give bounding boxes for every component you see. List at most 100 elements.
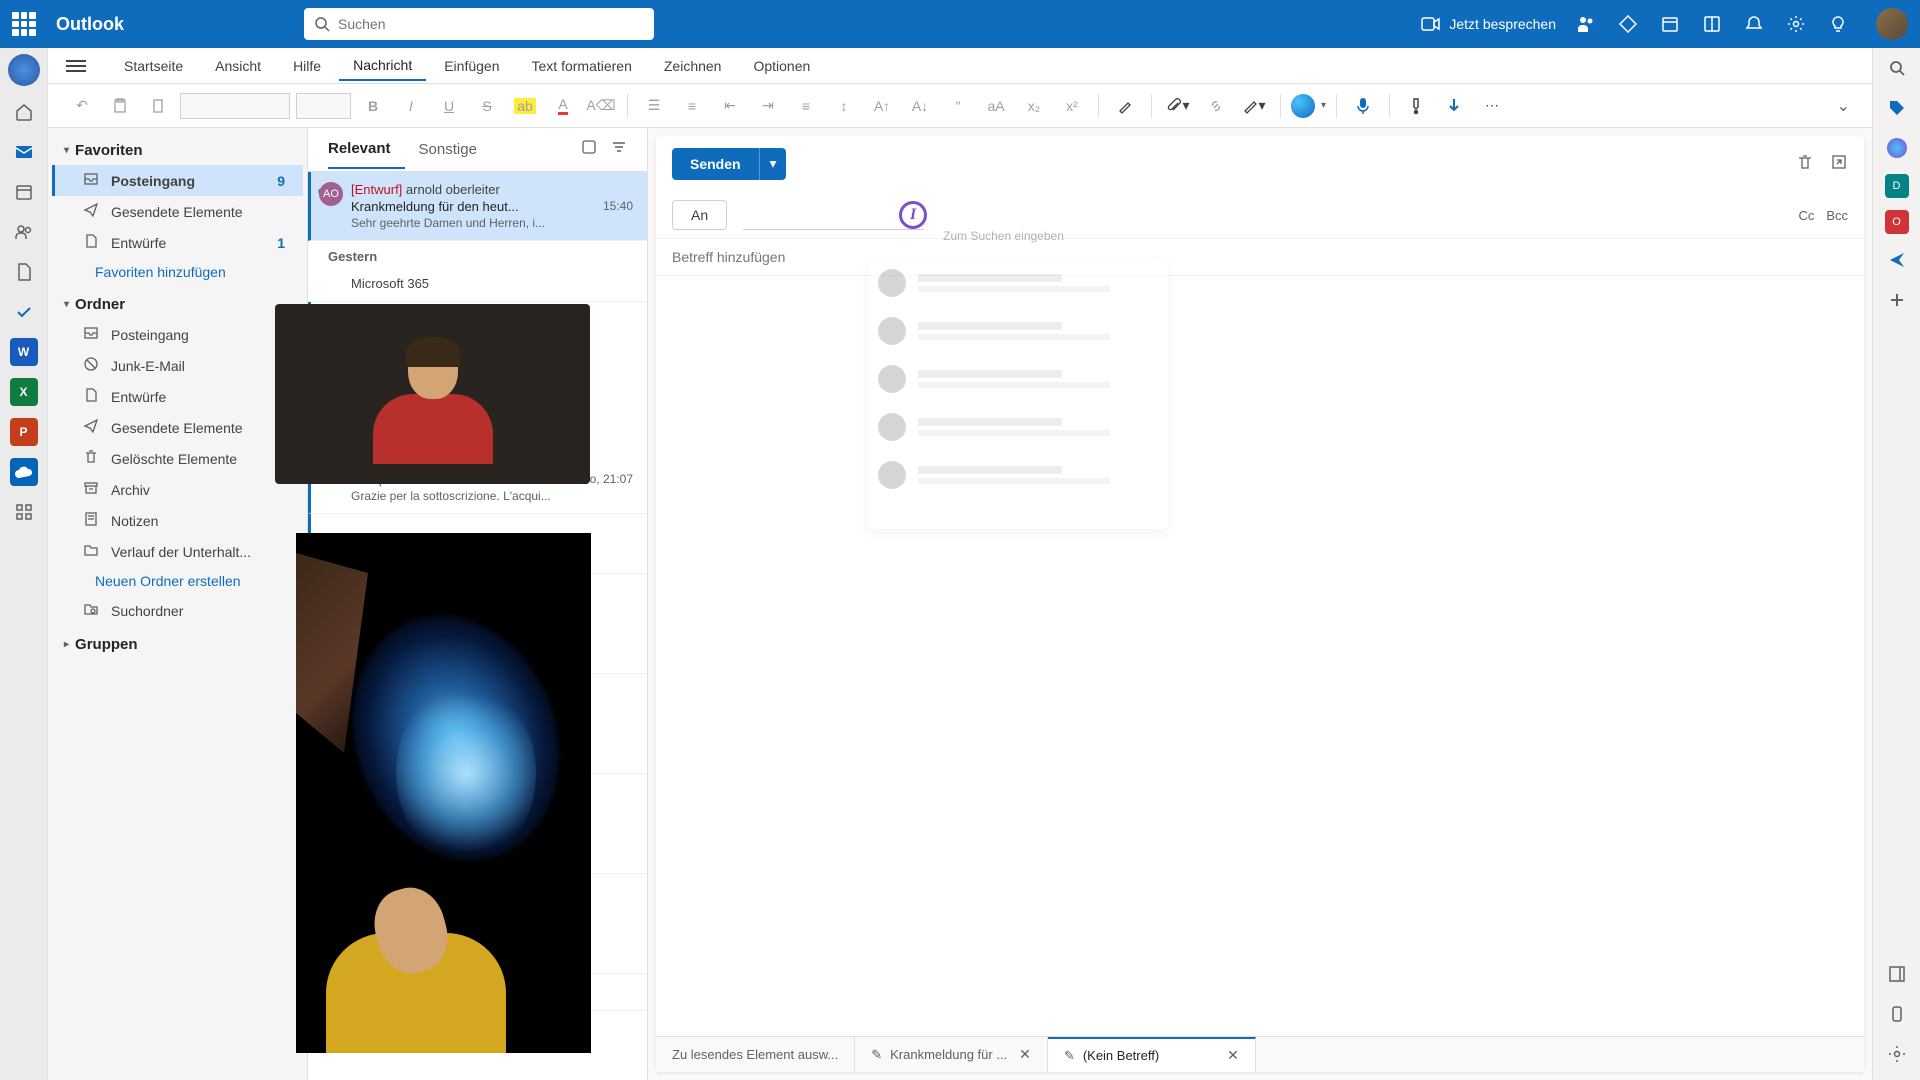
quote-icon[interactable]: ": [942, 90, 974, 122]
gruppen-header[interactable]: ▸ Gruppen: [52, 630, 303, 659]
settings-icon[interactable]: [1784, 12, 1808, 36]
folder-suchordner[interactable]: Suchordner: [52, 595, 303, 626]
close-icon[interactable]: ✕: [1019, 1046, 1031, 1063]
low-importance-icon[interactable]: [1438, 90, 1470, 122]
superscript-icon[interactable]: x²: [1056, 90, 1088, 122]
styles-icon[interactable]: [1109, 90, 1141, 122]
tab-optionen[interactable]: Optionen: [739, 52, 824, 80]
send-icon[interactable]: [1883, 246, 1911, 274]
search-box[interactable]: [304, 8, 654, 40]
user-avatar[interactable]: [1876, 8, 1908, 40]
attach-icon[interactable]: ▾: [1162, 90, 1194, 122]
to-input[interactable]: [743, 201, 924, 230]
collapse-ribbon-icon[interactable]: ⌄: [1833, 92, 1854, 120]
font-shrink-icon[interactable]: A↓: [904, 90, 936, 122]
folder-notizen[interactable]: Notizen: [52, 505, 303, 536]
onedrive-icon[interactable]: [10, 458, 38, 486]
tab-relevant[interactable]: Relevant: [328, 130, 405, 169]
close-icon[interactable]: ✕: [1227, 1047, 1239, 1064]
folder-posteingang[interactable]: Posteingang 9: [52, 319, 303, 350]
panel-icon[interactable]: [1883, 960, 1911, 988]
app-icon-teal[interactable]: D: [1885, 174, 1909, 198]
powerpoint-icon[interactable]: P: [10, 418, 38, 446]
to-button[interactable]: An: [672, 200, 727, 230]
more-toolbar-icon[interactable]: ⋯: [1476, 90, 1508, 122]
message-item[interactable]: ▸ AO [Entwurf] arnold oberleiter Krankme…: [308, 172, 647, 241]
app-launcher-icon[interactable]: [12, 12, 36, 36]
send-button[interactable]: Senden: [672, 148, 759, 180]
dictate-icon[interactable]: [1347, 90, 1379, 122]
tab-ansicht[interactable]: Ansicht: [201, 52, 275, 80]
todo-icon[interactable]: [10, 298, 38, 326]
font-family-select[interactable]: [180, 93, 290, 119]
folder-posteingang-fav[interactable]: Posteingang 9: [52, 165, 303, 196]
excel-icon[interactable]: X: [10, 378, 38, 406]
case-icon[interactable]: aA: [980, 90, 1012, 122]
folder-archiv[interactable]: Archiv: [52, 474, 303, 505]
add-favorite-link[interactable]: Favoriten hinzufügen: [52, 258, 303, 286]
app-icon-red[interactable]: O: [1885, 210, 1909, 234]
select-all-icon[interactable]: [581, 139, 597, 160]
tips-icon[interactable]: [1826, 12, 1850, 36]
send-split-button[interactable]: ▾: [759, 148, 787, 180]
folder-entwuerfe-fav[interactable]: Entwürfe 1: [52, 227, 303, 258]
tab-zeichnen[interactable]: Zeichnen: [650, 52, 736, 80]
folder-verlauf[interactable]: Verlauf der Unterhalt...: [52, 536, 303, 567]
tab-text-formatieren[interactable]: Text formatieren: [518, 52, 646, 80]
strike-icon[interactable]: S: [471, 90, 503, 122]
calendar-icon[interactable]: [10, 178, 38, 206]
copilot-icon[interactable]: [8, 54, 40, 86]
folder-geloeschte[interactable]: Gelöschte Elemente: [52, 443, 303, 474]
folder-entwuerfe[interactable]: Entwürfe 1: [52, 381, 303, 412]
link-icon[interactable]: [1200, 90, 1232, 122]
clipboard-icon[interactable]: [142, 90, 174, 122]
signature-icon[interactable]: ▾: [1238, 90, 1270, 122]
gear-rail-icon[interactable]: [1883, 1040, 1911, 1068]
folder-gesendete-fav[interactable]: Gesendete Elemente: [52, 196, 303, 227]
bullets-icon[interactable]: ☰: [638, 90, 670, 122]
paste-icon[interactable]: [104, 90, 136, 122]
tab-startseite[interactable]: Startseite: [110, 52, 197, 80]
highlight-icon[interactable]: ab: [509, 90, 541, 122]
hamburger-icon[interactable]: [66, 56, 86, 76]
tab-sonstige[interactable]: Sonstige: [419, 131, 491, 168]
underline-icon[interactable]: U: [433, 90, 465, 122]
font-grow-icon[interactable]: A↑: [866, 90, 898, 122]
layout-icon[interactable]: [1700, 12, 1724, 36]
clear-format-icon[interactable]: A⌫: [585, 90, 617, 122]
more-apps-icon[interactable]: [10, 498, 38, 526]
align-icon[interactable]: ≡: [790, 90, 822, 122]
discard-icon[interactable]: [1796, 153, 1814, 176]
suggestion-panel[interactable]: [868, 259, 1168, 529]
font-size-select[interactable]: [296, 93, 351, 119]
calendar-day-icon[interactable]: [1658, 12, 1682, 36]
font-color-icon[interactable]: A: [547, 90, 579, 122]
folder-junk[interactable]: Junk-E-Mail: [52, 350, 303, 381]
cc-link[interactable]: Cc: [1798, 208, 1814, 223]
tab-einfuegen[interactable]: Einfügen: [430, 52, 513, 80]
diamond-icon[interactable]: [1616, 12, 1640, 36]
tab-hilfe[interactable]: Hilfe: [279, 52, 335, 80]
filter-icon[interactable]: [611, 139, 627, 160]
importance-icon[interactable]: [1400, 90, 1432, 122]
bold-icon[interactable]: B: [357, 90, 389, 122]
home-icon[interactable]: [10, 98, 38, 126]
search-rail-icon[interactable]: [1883, 54, 1911, 82]
ordner-header[interactable]: ▾ Ordner: [52, 290, 303, 319]
bottom-tab-reading[interactable]: Zu lesendes Element ausw...: [656, 1037, 855, 1072]
bottom-tab-kein-betreff[interactable]: ✎ (Kein Betreff) ✕: [1048, 1037, 1256, 1072]
favorites-header[interactable]: ▾ Favoriten: [52, 136, 303, 165]
new-folder-link[interactable]: Neuen Ordner erstellen: [52, 567, 303, 595]
meet-now-button[interactable]: Jetzt besprechen: [1421, 16, 1556, 32]
notifications-icon[interactable]: [1742, 12, 1766, 36]
italic-icon[interactable]: I: [395, 90, 427, 122]
teams-icon[interactable]: [1574, 12, 1598, 36]
compose-body[interactable]: [656, 276, 1864, 1072]
files-icon[interactable]: [10, 258, 38, 286]
outdent-icon[interactable]: ⇤: [714, 90, 746, 122]
search-input[interactable]: [338, 16, 644, 32]
numbering-icon[interactable]: ≡: [676, 90, 708, 122]
subscript-icon[interactable]: x₂: [1018, 90, 1050, 122]
subject-input[interactable]: [656, 239, 1864, 276]
copilot-toolbar-icon[interactable]: [1291, 94, 1315, 118]
